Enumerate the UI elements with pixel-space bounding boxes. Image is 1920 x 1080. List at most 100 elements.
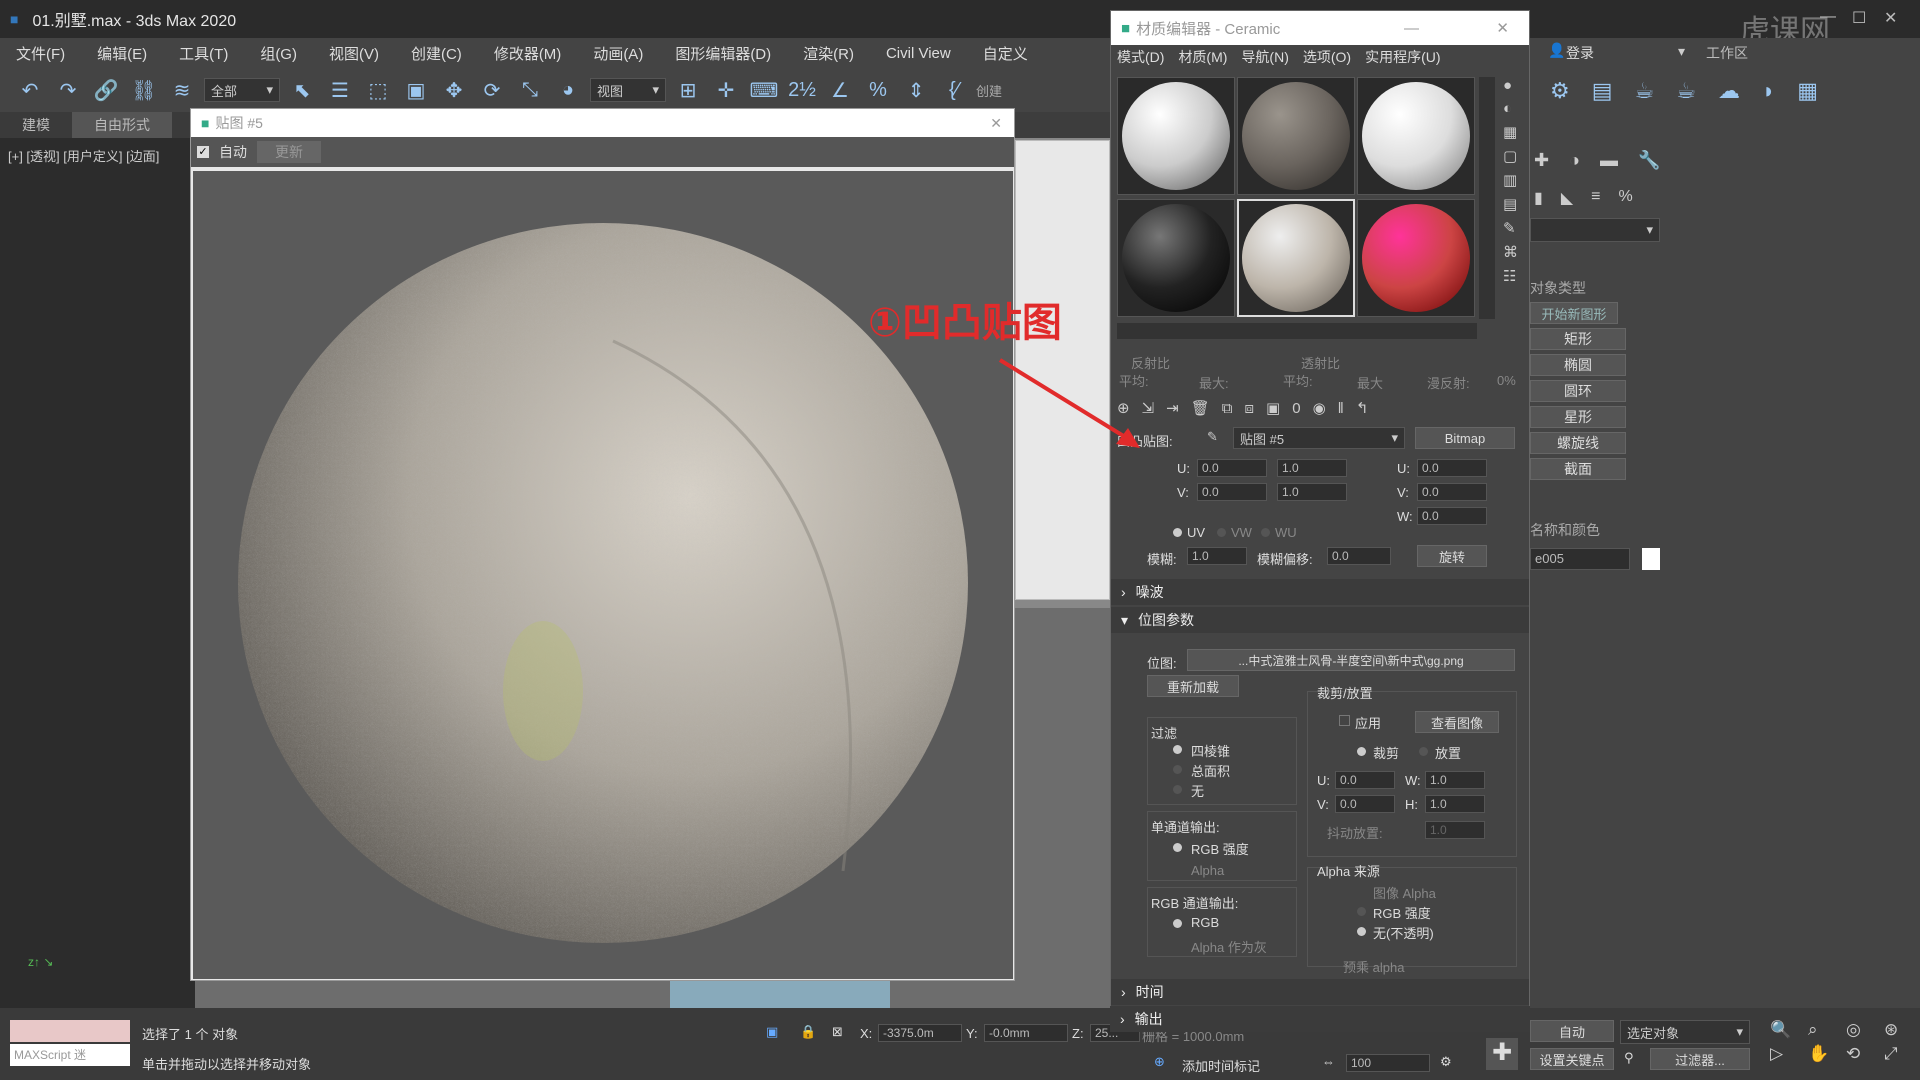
select-by-material-icon[interactable]: ⌘ bbox=[1503, 243, 1525, 261]
filter-none-radio[interactable] bbox=[1173, 785, 1182, 794]
filter-summed-area-radio[interactable] bbox=[1173, 765, 1182, 774]
isolate-icon[interactable]: ▣ bbox=[766, 1024, 778, 1040]
sample-type-icon[interactable]: ● bbox=[1503, 77, 1525, 94]
modify-tab-icon[interactable]: ◑ bbox=[1569, 150, 1580, 171]
move-icon[interactable]: ✥ bbox=[438, 74, 470, 106]
create-selection-label[interactable]: 创建 bbox=[976, 81, 1002, 100]
key-filters-button[interactable]: 过滤器... bbox=[1650, 1048, 1750, 1070]
menu-graph-editors[interactable]: 图形编辑器(D) bbox=[659, 43, 787, 64]
uv-tiling-icon[interactable]: ▢ bbox=[1503, 147, 1525, 165]
lock-icon[interactable]: 🔒 bbox=[800, 1024, 816, 1040]
slot-scrollbar[interactable] bbox=[1479, 77, 1495, 319]
object-color-swatch[interactable] bbox=[1642, 548, 1660, 570]
reset-map-icon[interactable]: 🗑 bbox=[1191, 399, 1210, 417]
material-slot[interactable] bbox=[1237, 77, 1355, 195]
mono-rgb-radio[interactable] bbox=[1173, 843, 1182, 852]
wu-radio[interactable] bbox=[1261, 528, 1270, 537]
video-color-icon[interactable]: ▥ bbox=[1503, 171, 1525, 189]
orbit-icon[interactable]: ⟲ bbox=[1846, 1044, 1880, 1064]
unlink-icon[interactable]: ⛓ bbox=[128, 74, 160, 106]
set-key-icon[interactable]: ✚ bbox=[1486, 1038, 1518, 1070]
spinner-snap-icon[interactable]: ⇕ bbox=[900, 74, 932, 106]
shapes-icon[interactable]: ◣ bbox=[1561, 188, 1573, 208]
zoom-icon[interactable]: 🔍 bbox=[1770, 1020, 1804, 1040]
maxscript-listener-top[interactable] bbox=[10, 1020, 130, 1042]
section-button[interactable]: 截面 bbox=[1530, 458, 1626, 480]
menu-rendering[interactable]: 渲染(R) bbox=[787, 43, 870, 64]
minimize-icon[interactable]: — bbox=[1404, 20, 1419, 37]
crop-h-spinner[interactable]: 1.0 bbox=[1425, 795, 1485, 813]
undo-icon[interactable]: ↶ bbox=[14, 74, 46, 106]
maxscript-listener[interactable]: MAXScript 迷 bbox=[10, 1044, 130, 1066]
v-tiling-spinner[interactable]: 1.0 bbox=[1277, 483, 1347, 501]
blur-offset-spinner[interactable]: 0.0 bbox=[1327, 547, 1391, 565]
show-end-result-icon[interactable]: ‖ bbox=[1338, 400, 1344, 417]
frame-field[interactable]: 100 bbox=[1346, 1054, 1430, 1072]
make-preview-icon[interactable]: ▤ bbox=[1503, 195, 1525, 213]
crop-radio[interactable] bbox=[1357, 747, 1366, 756]
ellipse-button[interactable]: 椭圆 bbox=[1530, 354, 1626, 376]
viewport-dark-area[interactable] bbox=[0, 138, 195, 1008]
go-to-parent-icon[interactable]: ↰ bbox=[1356, 399, 1369, 417]
alpha-rgb-radio[interactable] bbox=[1357, 907, 1366, 916]
material-slot[interactable] bbox=[1357, 77, 1475, 195]
material-slot-active[interactable] bbox=[1237, 199, 1355, 317]
workspace-label[interactable]: 工作区 bbox=[1706, 43, 1748, 63]
menu-modifiers[interactable]: 修改器(M) bbox=[478, 43, 578, 64]
scale-icon[interactable]: ⤡ bbox=[514, 74, 546, 106]
render-active-icon[interactable]: ☕ bbox=[1676, 78, 1696, 104]
rgb-radio[interactable] bbox=[1173, 919, 1182, 928]
material-navigator-icon[interactable]: ☷ bbox=[1503, 267, 1525, 285]
rotate-icon[interactable]: ⟳ bbox=[476, 74, 508, 106]
render-setup-icon[interactable]: ⚙ bbox=[1550, 78, 1570, 104]
rotate-button[interactable]: 旋转 bbox=[1417, 545, 1487, 567]
y-coord-field[interactable]: -0.0mm bbox=[984, 1024, 1068, 1042]
key-filter-icon[interactable]: ⚲ bbox=[1624, 1050, 1634, 1066]
material-id-icon[interactable]: 0 bbox=[1292, 400, 1300, 417]
place-radio[interactable] bbox=[1419, 747, 1428, 756]
selection-filter-dropdown[interactable]: 全部 ▾ bbox=[204, 78, 280, 102]
hierarchy-tab-icon[interactable]: ▬ bbox=[1600, 150, 1618, 171]
u-offset-spinner[interactable]: 0.0 bbox=[1197, 459, 1267, 477]
close-icon[interactable]: ✕ bbox=[990, 115, 1002, 132]
zoom-extents-icon[interactable]: ◎ bbox=[1846, 1020, 1880, 1040]
menu-options[interactable]: 选项(O) bbox=[1303, 47, 1351, 67]
update-button[interactable]: 更新 bbox=[257, 141, 321, 163]
keyboard-shortcut-icon[interactable]: ⌨ bbox=[748, 74, 780, 106]
slot-hscrollbar[interactable] bbox=[1117, 323, 1477, 339]
tab-freeform[interactable]: 自由形式 bbox=[72, 112, 172, 138]
map-name-dropdown[interactable]: 贴图 #5 ▾ bbox=[1233, 427, 1405, 449]
snap-toggle-icon[interactable]: 2½ bbox=[786, 74, 818, 106]
copy-material-icon[interactable]: ⧉ bbox=[1222, 400, 1233, 417]
menu-group[interactable]: 组(G) bbox=[244, 43, 313, 64]
geometry-icon[interactable]: ▮ bbox=[1534, 188, 1543, 208]
time-tag-icon[interactable]: ⊕ bbox=[1154, 1054, 1165, 1070]
backlight-icon[interactable]: ◐ bbox=[1503, 100, 1525, 117]
crop-u-spinner[interactable]: 0.0 bbox=[1335, 771, 1395, 789]
category-dropdown[interactable]: ▾ bbox=[1530, 218, 1660, 242]
material-editor-icon[interactable]: ▦ bbox=[1797, 78, 1818, 104]
render-cloud-icon[interactable]: ☁ bbox=[1718, 78, 1740, 104]
maximize-viewport-icon[interactable]: ⤢ bbox=[1884, 1044, 1918, 1064]
menu-navigation[interactable]: 导航(N) bbox=[1241, 47, 1288, 67]
options-icon[interactable]: ✎ bbox=[1503, 219, 1525, 237]
menu-modes[interactable]: 模式(D) bbox=[1117, 47, 1164, 67]
menu-civil-view[interactable]: Civil View bbox=[870, 45, 967, 62]
bitmap-path-button[interactable]: ...中式渲雅士风骨-半度空间\新中式\gg.png bbox=[1187, 649, 1515, 671]
show-shaded-icon[interactable]: ◉ bbox=[1313, 399, 1326, 417]
object-type-label[interactable]: 对象类型 bbox=[1530, 278, 1586, 298]
menu-utilities[interactable]: 实用程序(U) bbox=[1365, 47, 1440, 67]
render-icon[interactable]: ☕ bbox=[1635, 78, 1655, 104]
premultiply-alpha-label[interactable]: 预乘 alpha bbox=[1343, 957, 1404, 976]
crop-w-spinner[interactable]: 1.0 bbox=[1425, 771, 1485, 789]
zoom-all-icon[interactable]: ⌕ bbox=[1808, 1020, 1842, 1040]
eyedropper-icon[interactable]: ✎ bbox=[1207, 429, 1218, 445]
viewport-label[interactable]: [+] [透视] [用户定义] [边面] bbox=[8, 146, 159, 165]
start-new-shape-button[interactable]: 开始新图形 bbox=[1530, 302, 1618, 324]
u-angle-spinner[interactable]: 0.0 bbox=[1417, 459, 1487, 477]
reload-button[interactable]: 重新加载 bbox=[1147, 675, 1239, 697]
crop-v-spinner[interactable]: 0.0 bbox=[1335, 795, 1395, 813]
u-tiling-spinner[interactable]: 1.0 bbox=[1277, 459, 1347, 477]
material-slot[interactable] bbox=[1117, 77, 1235, 195]
x-coord-field[interactable]: -3375.0m bbox=[878, 1024, 962, 1042]
